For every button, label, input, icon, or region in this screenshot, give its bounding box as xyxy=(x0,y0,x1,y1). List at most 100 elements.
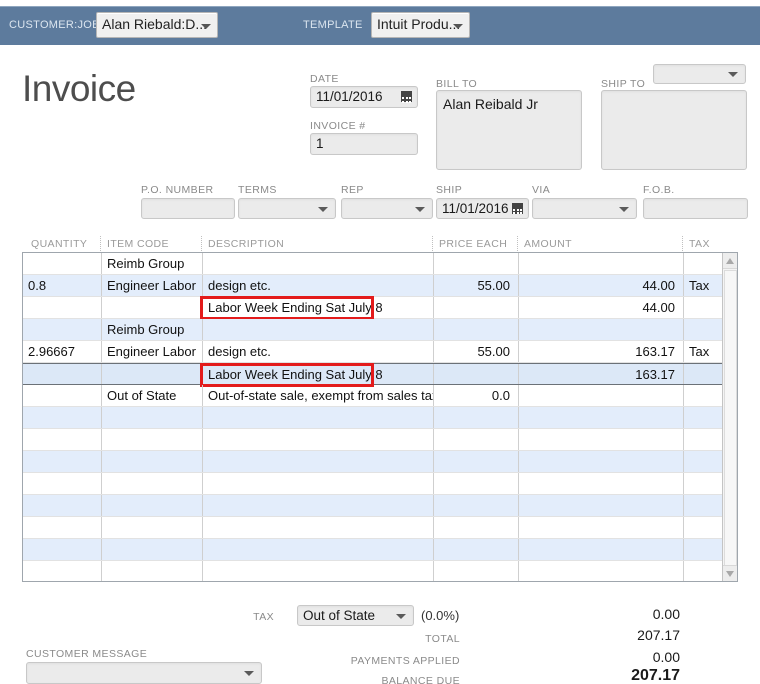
cell-quantity[interactable] xyxy=(23,385,101,406)
cell-price_each[interactable] xyxy=(433,539,518,560)
cell-amount[interactable]: 44.00 xyxy=(518,275,683,296)
cell-tax[interactable] xyxy=(683,253,722,274)
cell-item_code[interactable] xyxy=(101,495,202,516)
cell-description[interactable] xyxy=(202,495,433,516)
grid-scrollbar[interactable] xyxy=(722,253,737,581)
cell-description[interactable] xyxy=(202,451,433,472)
cell-tax[interactable] xyxy=(683,473,722,494)
cell-item_code[interactable]: Reimb Group xyxy=(101,319,202,340)
table-row[interactable] xyxy=(23,517,722,539)
cell-price_each[interactable] xyxy=(433,364,518,384)
table-row[interactable]: Out of State Out-of-state sale, exempt fr… xyxy=(23,385,722,407)
scrollbar-thumb[interactable] xyxy=(724,270,737,566)
cell-quantity[interactable] xyxy=(23,451,101,472)
cell-item_code[interactable]: Engineer Labor xyxy=(101,341,202,362)
cell-price_each[interactable] xyxy=(433,495,518,516)
cell-price_each[interactable]: 55.00 xyxy=(433,275,518,296)
calendar-icon[interactable] xyxy=(401,91,412,104)
bill-to-textarea[interactable]: Alan Reibald Jr xyxy=(436,90,582,170)
customer-job-select[interactable]: Alan Riebald:D... xyxy=(96,12,218,38)
cell-quantity[interactable] xyxy=(23,429,101,450)
cell-item_code[interactable] xyxy=(101,561,202,581)
cell-amount[interactable] xyxy=(518,407,683,428)
cell-quantity[interactable]: 0.8 xyxy=(23,275,101,296)
cell-quantity[interactable] xyxy=(23,319,101,340)
cell-amount[interactable] xyxy=(518,561,683,581)
cell-price_each[interactable]: 0.0 xyxy=(433,385,518,406)
cell-quantity[interactable]: 2.96667 xyxy=(23,341,101,362)
cell-tax[interactable] xyxy=(683,495,722,516)
cell-price_each[interactable] xyxy=(433,473,518,494)
ship-to-textarea[interactable] xyxy=(601,90,747,170)
cell-description[interactable]: Labor Week Ending Sat July 8 xyxy=(202,364,433,384)
table-row[interactable]: Reimb Group xyxy=(23,319,722,341)
cell-price_each[interactable] xyxy=(433,517,518,538)
cell-item_code[interactable] xyxy=(101,364,202,384)
cell-amount[interactable] xyxy=(518,517,683,538)
scroll-up-button[interactable] xyxy=(723,253,737,269)
detail-field-3[interactable]: 11/01/2016 xyxy=(436,198,529,219)
cell-description[interactable] xyxy=(202,561,433,581)
cell-quantity[interactable] xyxy=(23,495,101,516)
cell-quantity[interactable] xyxy=(23,297,101,318)
cell-description[interactable] xyxy=(202,253,433,274)
cell-item_code[interactable] xyxy=(101,297,202,318)
cell-amount[interactable] xyxy=(518,319,683,340)
table-row[interactable] xyxy=(23,495,722,517)
cell-quantity[interactable] xyxy=(23,561,101,581)
cell-tax[interactable] xyxy=(683,539,722,560)
cell-quantity[interactable] xyxy=(23,473,101,494)
cell-price_each[interactable] xyxy=(433,297,518,318)
line-items-grid[interactable]: Reimb Group 0.8 Engineer Labor design etc. 5… xyxy=(22,252,738,582)
scroll-down-button[interactable] xyxy=(723,565,737,581)
cell-description[interactable] xyxy=(202,517,433,538)
cell-tax[interactable] xyxy=(683,451,722,472)
cell-price_each[interactable] xyxy=(433,253,518,274)
table-row[interactable] xyxy=(23,561,722,581)
tax-select[interactable]: Out of State xyxy=(297,605,414,626)
cell-tax[interactable] xyxy=(683,429,722,450)
cell-item_code[interactable] xyxy=(101,429,202,450)
cell-tax[interactable]: Tax xyxy=(683,275,722,296)
cell-amount[interactable] xyxy=(518,385,683,406)
cell-item_code[interactable] xyxy=(101,517,202,538)
cell-description[interactable]: Out-of-state sale, exempt from sales tax xyxy=(202,385,433,406)
cell-price_each[interactable] xyxy=(433,407,518,428)
cell-description[interactable]: design etc. xyxy=(202,275,433,296)
cell-description[interactable]: design etc. xyxy=(202,341,433,362)
cell-price_each[interactable] xyxy=(433,319,518,340)
cell-amount[interactable]: 44.00 xyxy=(518,297,683,318)
cell-item_code[interactable]: Engineer Labor xyxy=(101,275,202,296)
cell-tax[interactable] xyxy=(683,319,722,340)
cell-item_code[interactable] xyxy=(101,407,202,428)
customer-message-select[interactable] xyxy=(26,662,262,684)
table-row[interactable] xyxy=(23,407,722,429)
detail-field-5[interactable] xyxy=(643,198,748,219)
cell-price_each[interactable] xyxy=(433,451,518,472)
cell-quantity[interactable] xyxy=(23,517,101,538)
cell-quantity[interactable] xyxy=(23,539,101,560)
cell-price_each[interactable]: 55.00 xyxy=(433,341,518,362)
cell-description[interactable] xyxy=(202,539,433,560)
cell-item_code[interactable] xyxy=(101,473,202,494)
cell-amount[interactable] xyxy=(518,495,683,516)
cell-tax[interactable] xyxy=(683,297,722,318)
cell-price_each[interactable] xyxy=(433,429,518,450)
calendar-icon[interactable] xyxy=(512,202,523,216)
cell-amount[interactable] xyxy=(518,253,683,274)
cell-item_code[interactable] xyxy=(101,539,202,560)
table-row[interactable]: 0.8 Engineer Labor design etc. 55.00 44.00 Ta… xyxy=(23,275,722,297)
cell-amount[interactable] xyxy=(518,429,683,450)
cell-tax[interactable]: Tax xyxy=(683,341,722,362)
detail-field-4[interactable] xyxy=(532,198,637,219)
cell-tax[interactable] xyxy=(683,364,722,384)
cell-tax[interactable] xyxy=(683,385,722,406)
invoice-number-input[interactable]: 1 xyxy=(310,133,418,155)
cell-quantity[interactable] xyxy=(23,407,101,428)
cell-amount[interactable] xyxy=(518,473,683,494)
cell-description[interactable]: Labor Week Ending Sat July 8 xyxy=(202,297,433,318)
cell-description[interactable] xyxy=(202,473,433,494)
table-row[interactable]: Reimb Group xyxy=(23,253,722,275)
cell-amount[interactable] xyxy=(518,451,683,472)
cell-price_each[interactable] xyxy=(433,561,518,581)
